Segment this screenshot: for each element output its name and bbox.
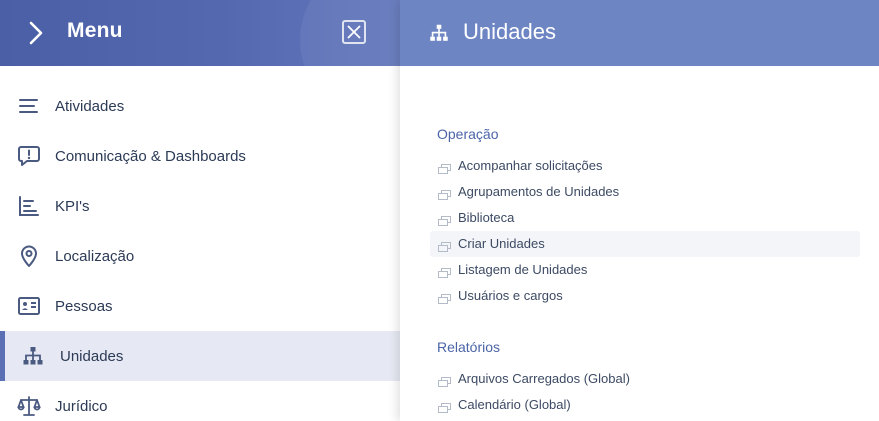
link-usuarios-e-cargos[interactable]: Usuários e cargos — [430, 283, 860, 309]
org-chart-icon — [428, 22, 450, 44]
panel-title: Unidades — [463, 19, 556, 44]
link-label: Calendário (Global) — [458, 397, 571, 412]
menu-list: Atividades Comunicação & Dashboards KPI'… — [0, 81, 400, 421]
menu-item-label: Localização — [55, 247, 135, 265]
menu-item-label: Unidades — [60, 347, 124, 365]
close-menu-button[interactable] — [342, 20, 366, 44]
panel-header: Unidades — [400, 0, 879, 66]
windows-icon — [438, 400, 451, 413]
menu-item-label: Atividades — [55, 97, 125, 115]
link-agrupamentos-de-unidades[interactable]: Agrupamentos de Unidades — [430, 179, 860, 205]
link-listagem-de-unidades[interactable]: Listagem de Unidades — [430, 257, 860, 283]
windows-icon — [438, 161, 451, 174]
close-icon — [347, 25, 361, 39]
bar-chart-icon — [17, 194, 41, 218]
windows-icon — [438, 213, 451, 226]
side-menu: Menu Atividades Comunicação & Dashboards… — [0, 0, 400, 421]
list-icon — [17, 94, 41, 118]
link-arquivos-carregados-global[interactable]: Arquivos Carregados (Global) — [430, 366, 860, 392]
link-label: Criar Unidades — [458, 236, 545, 251]
link-biblioteca[interactable]: Biblioteca — [430, 205, 860, 231]
menu-item-juridico[interactable]: Jurídico — [0, 381, 400, 421]
menu-item-label: KPI's — [55, 197, 90, 215]
windows-icon — [438, 291, 451, 304]
menu-item-label: Pessoas — [55, 297, 113, 315]
menu-title: Menu — [67, 19, 123, 42]
link-label: Biblioteca — [458, 210, 515, 225]
windows-icon — [438, 374, 451, 387]
submenu-panel: Unidades Operação Acompanhar solicitaçõe… — [400, 0, 879, 421]
link-criar-unidades[interactable]: Criar Unidades — [430, 231, 860, 257]
message-alert-icon — [17, 144, 41, 168]
link-calendario-global[interactable]: Calendário (Global) — [430, 392, 860, 418]
windows-icon — [438, 265, 451, 278]
menu-header: Menu — [0, 0, 400, 66]
link-label: Agrupamentos de Unidades — [458, 184, 620, 199]
section-title-operacao: Operação — [437, 126, 499, 142]
menu-item-unidades[interactable]: Unidades — [0, 331, 400, 381]
menu-item-label: Comunicação & Dashboards — [55, 147, 246, 165]
scales-icon — [17, 394, 41, 418]
org-chart-icon — [21, 344, 45, 368]
location-pin-icon — [17, 244, 41, 268]
menu-item-atividades[interactable]: Atividades — [0, 81, 400, 131]
windows-icon — [438, 187, 451, 200]
menu-item-label: Jurídico — [55, 397, 108, 415]
link-label: Acompanhar solicitações — [458, 158, 603, 173]
menu-item-comunicacao-dashboards[interactable]: Comunicação & Dashboards — [0, 131, 400, 181]
windows-icon — [438, 239, 451, 252]
link-label: Usuários e cargos — [458, 288, 563, 303]
link-label: Listagem de Unidades — [458, 262, 588, 277]
menu-item-localizacao[interactable]: Localização — [0, 231, 400, 281]
chevron-right-icon[interactable] — [24, 20, 48, 46]
menu-item-kpis[interactable]: KPI's — [0, 181, 400, 231]
section-title-relatorios: Relatórios — [437, 339, 501, 355]
link-acompanhar-solicitacoes[interactable]: Acompanhar solicitações — [430, 153, 860, 179]
id-card-icon — [17, 294, 41, 318]
link-label: Arquivos Carregados (Global) — [458, 371, 630, 386]
menu-item-pessoas[interactable]: Pessoas — [0, 281, 400, 331]
